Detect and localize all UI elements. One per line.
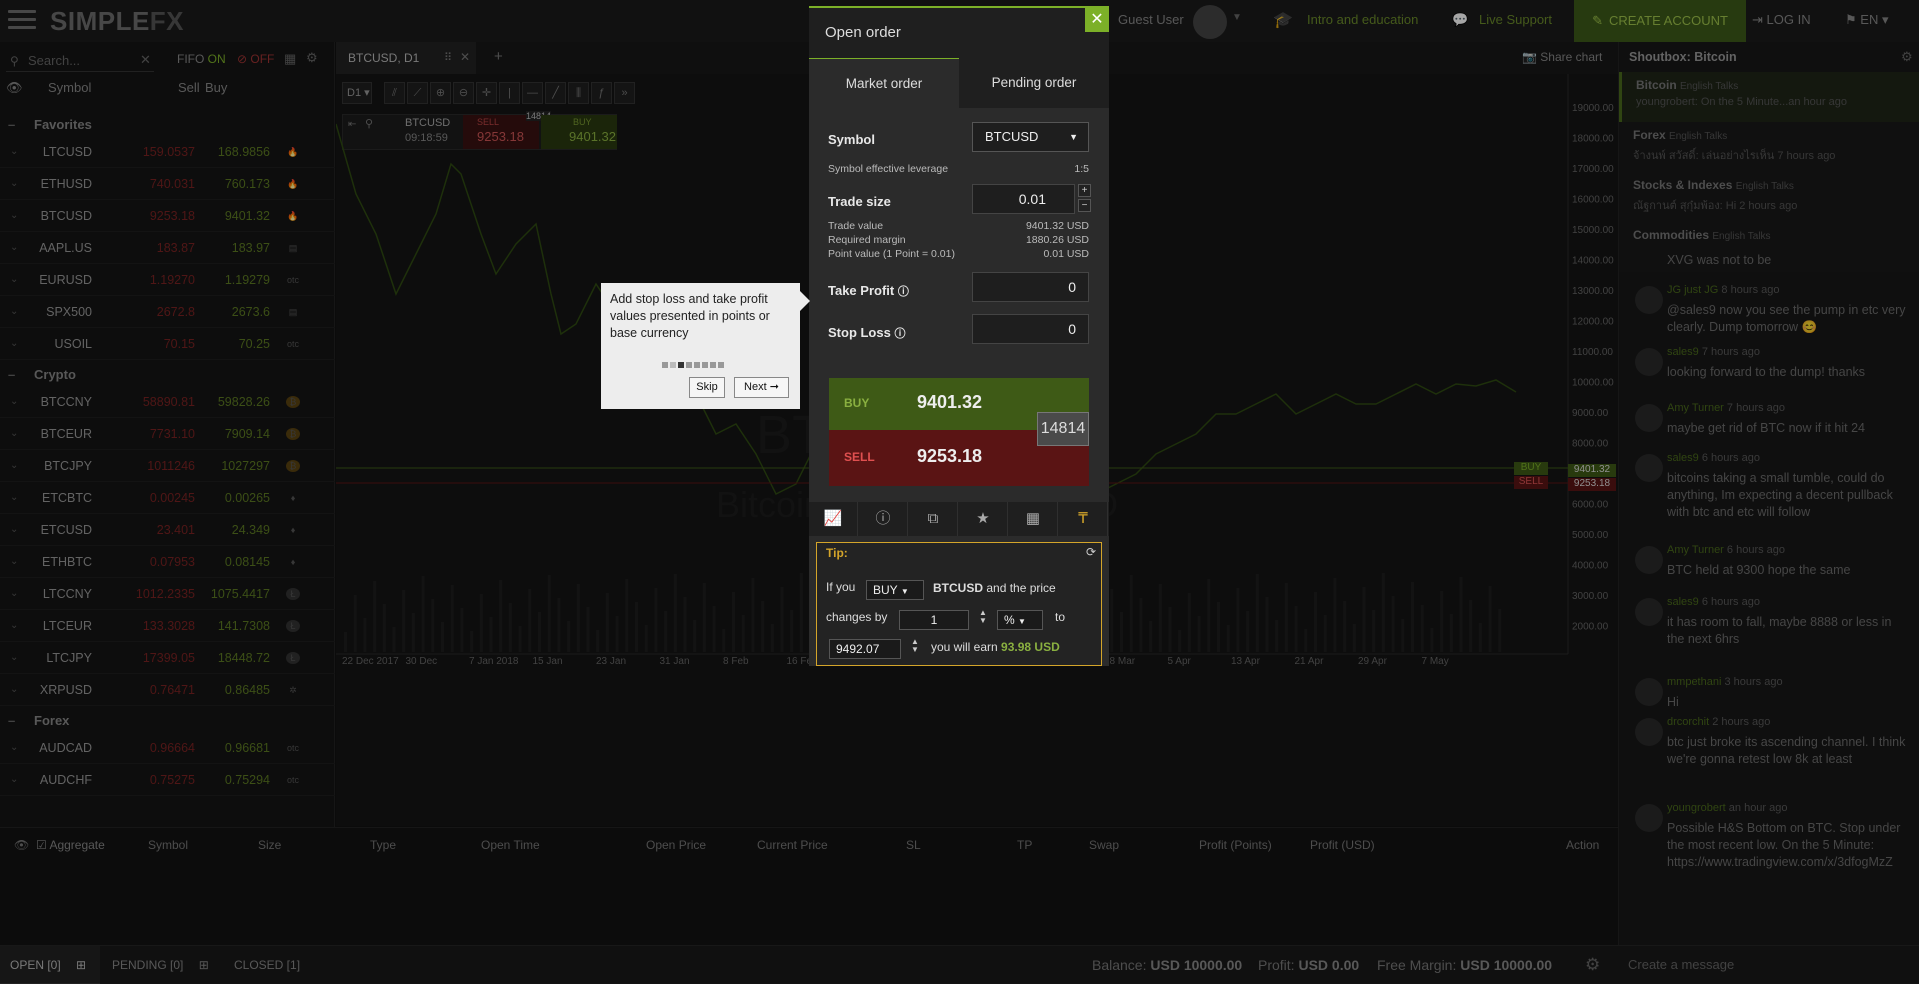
tab-market-order[interactable]: Market order bbox=[809, 58, 959, 108]
tip-if: If you bbox=[826, 580, 856, 594]
chevron-down-icon: ▼ bbox=[1069, 132, 1078, 142]
stop-loss-label: Stop Loss ⓘ bbox=[828, 325, 906, 340]
star-icon[interactable]: ★ bbox=[959, 502, 1008, 536]
tour-tooltip: Add stop loss and take profit values pre… bbox=[601, 283, 810, 409]
info-icon[interactable]: ⓘ bbox=[898, 286, 909, 298]
symbol-label: Symbol bbox=[828, 132, 875, 147]
trade-value: 9401.32 USD bbox=[1025, 220, 1089, 232]
take-profit-input[interactable]: 0 bbox=[972, 272, 1089, 302]
refresh-icon[interactable]: ⟳ bbox=[1086, 545, 1096, 559]
external-link-icon[interactable]: ⧉ bbox=[909, 502, 958, 536]
tour-text: Add stop loss and take profit values pre… bbox=[610, 292, 770, 340]
tip-unit-select[interactable]: % ▼ bbox=[997, 610, 1043, 630]
decrease-size-button[interactable]: − bbox=[1078, 199, 1091, 212]
tour-progress-dots bbox=[662, 356, 742, 368]
take-profit-label: Take Profit ⓘ bbox=[828, 283, 909, 298]
tip-earn-text: you will earn 93.98 USD bbox=[931, 640, 1060, 654]
margin-value: 1880.26 USD bbox=[1025, 234, 1089, 246]
tip-symbol-text: BTCUSD and the price bbox=[933, 581, 1056, 595]
open-order-dialog: Open order ✕ Market order Pending order … bbox=[809, 6, 1109, 666]
trade-size-input[interactable]: 0.01 bbox=[972, 184, 1075, 214]
point-value-label: Point value (1 Point = 0.01) bbox=[828, 248, 955, 260]
symbol-select[interactable]: BTCUSD ▼ bbox=[972, 122, 1089, 152]
trade-size-label: Trade size bbox=[828, 194, 891, 209]
tip-target-input[interactable]: 9492.07 bbox=[829, 639, 901, 659]
tour-next-button[interactable]: Next ➞ bbox=[734, 377, 789, 398]
leverage-value: 1:5 bbox=[1074, 163, 1089, 175]
tip-change-input[interactable]: 1 bbox=[899, 610, 969, 630]
close-icon[interactable]: ✕ bbox=[1085, 8, 1109, 32]
chart-icon[interactable]: 📈 bbox=[809, 502, 858, 536]
calculator-icon[interactable]: ▦ bbox=[1009, 502, 1058, 536]
spread-badge: 14814 bbox=[1037, 412, 1089, 446]
order-toolbar: 📈 ⓘ ⧉ ★ ▦ ₸ bbox=[809, 502, 1109, 536]
strikethrough-icon[interactable]: ₸ bbox=[1059, 502, 1108, 536]
point-value: 0.01 USD bbox=[1043, 248, 1089, 260]
leverage-label: Symbol effective leverage bbox=[828, 163, 949, 175]
trade-value-label: Trade value bbox=[828, 220, 884, 232]
dialog-title: Open order bbox=[809, 8, 1109, 58]
tip-to-text: to bbox=[1055, 610, 1066, 624]
margin-label: Required margin bbox=[828, 234, 906, 246]
stop-loss-input[interactable]: 0 bbox=[972, 314, 1089, 344]
tip-box: Tip: ⟳ If you BUY ▼ BTCUSD and the price… bbox=[816, 542, 1102, 666]
info-icon[interactable]: ⓘ bbox=[894, 328, 905, 340]
tip-side-select[interactable]: BUY ▼ bbox=[866, 580, 924, 600]
info-icon[interactable]: ⓘ bbox=[859, 502, 908, 536]
tip-title: Tip: bbox=[826, 546, 848, 560]
tip-changes-text: changes by bbox=[826, 610, 888, 624]
tab-pending-order[interactable]: Pending order bbox=[959, 58, 1109, 108]
tour-skip-button[interactable]: Skip bbox=[689, 377, 725, 398]
tip-target-stepper[interactable]: ▲ ▼ bbox=[911, 638, 919, 654]
tip-change-stepper[interactable]: ▲ ▼ bbox=[979, 609, 987, 625]
increase-size-button[interactable]: + bbox=[1078, 184, 1091, 197]
